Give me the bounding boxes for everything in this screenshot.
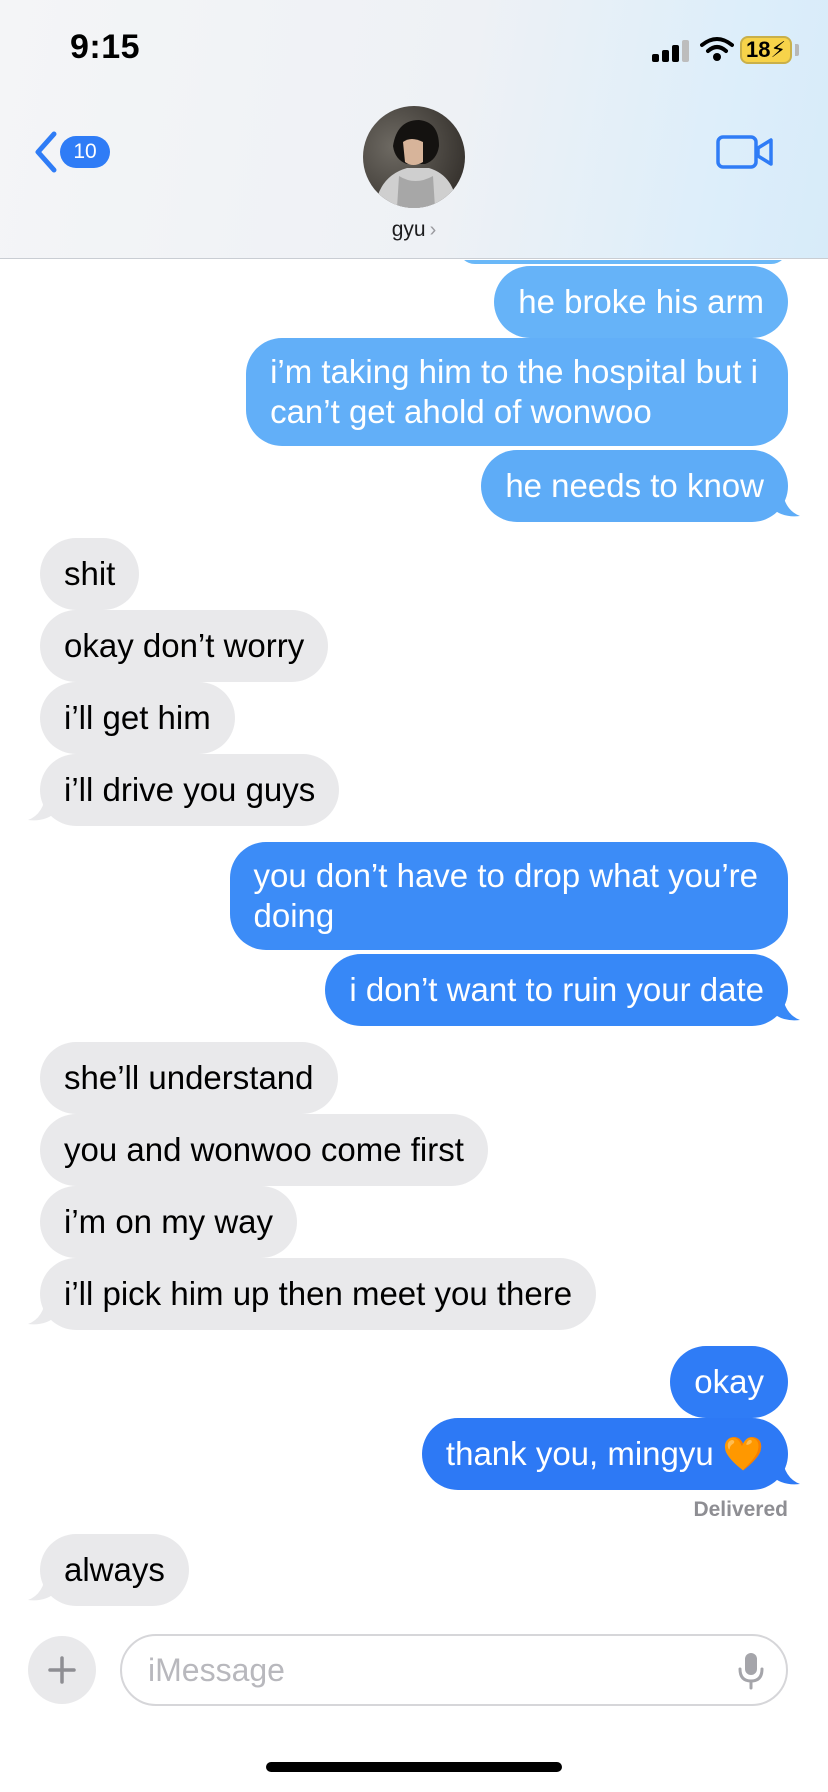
contact-chevron-icon: › xyxy=(429,219,437,241)
message-thread[interactable]: he broke his arm i’m taking him to the h… xyxy=(0,260,828,1606)
sent-bubble-tail xyxy=(772,1456,800,1485)
delivered-status: Delivered xyxy=(693,1498,788,1521)
message-bubble-sent[interactable]: okay xyxy=(670,1346,788,1418)
message-bubble-sent[interactable]: he needs to know xyxy=(481,450,788,522)
imessage-input[interactable]: iMessage xyxy=(120,1634,788,1706)
message-bubble-sent[interactable]: he broke his arm xyxy=(494,266,788,338)
message-bubble-received[interactable]: i’ll drive you guys xyxy=(40,754,340,826)
apps-plus-button[interactable] xyxy=(28,1636,96,1704)
unread-count-badge: 10 xyxy=(60,136,110,168)
battery-cap xyxy=(795,44,799,56)
message-bubble-received[interactable]: okay don’t worry xyxy=(40,610,329,682)
microphone-icon[interactable] xyxy=(738,1652,764,1690)
battery-charging-icon: 18⚡ xyxy=(740,36,792,64)
imessage-placeholder: iMessage xyxy=(148,1652,285,1688)
home-indicator[interactable] xyxy=(266,1762,562,1772)
battery-level: 18 xyxy=(746,37,771,62)
back-button[interactable]: 10 xyxy=(30,128,120,176)
message-bubble-received[interactable]: she’ll understand xyxy=(40,1042,338,1114)
plus-icon xyxy=(48,1656,76,1684)
message-bubble-received[interactable]: you and wonwoo come first xyxy=(40,1114,488,1186)
message-bubble-sent[interactable]: thank you, mingyu 🧡 xyxy=(421,1418,788,1490)
previous-message-edge xyxy=(464,260,782,264)
video-call-icon[interactable] xyxy=(716,132,774,172)
back-chevron-icon xyxy=(35,131,57,173)
received-bubble-tail xyxy=(28,792,56,821)
message-bubble-sent[interactable]: i’m taking him to the hospital but i can… xyxy=(246,338,788,446)
message-bubble-received[interactable]: always xyxy=(40,1534,189,1606)
contact-avatar[interactable] xyxy=(363,106,465,208)
message-bubble-sent[interactable]: you don’t have to drop what you’re doing xyxy=(229,842,788,950)
cellular-signal-icon xyxy=(652,40,690,62)
sent-bubble-tail xyxy=(772,992,800,1021)
sent-bubble-tail xyxy=(772,488,800,517)
message-bubble-sent[interactable]: i don’t want to ruin your date xyxy=(325,954,788,1026)
message-bubble-received[interactable]: i’ll get him xyxy=(40,682,235,754)
contact-name-row[interactable]: gyu › xyxy=(0,218,828,242)
message-bubble-received[interactable]: i’ll pick him up then meet you there xyxy=(40,1258,597,1330)
wifi-icon xyxy=(700,37,734,61)
status-time: 9:15 xyxy=(70,28,141,66)
message-bubble-received[interactable]: shit xyxy=(40,538,140,610)
contact-name: gyu xyxy=(391,218,426,241)
message-bubble-received[interactable]: i’m on my way xyxy=(40,1186,298,1258)
status-bar: 9:15 18⚡ xyxy=(0,0,828,100)
received-bubble-tail xyxy=(28,1296,56,1325)
received-bubble-tail xyxy=(28,1572,56,1601)
